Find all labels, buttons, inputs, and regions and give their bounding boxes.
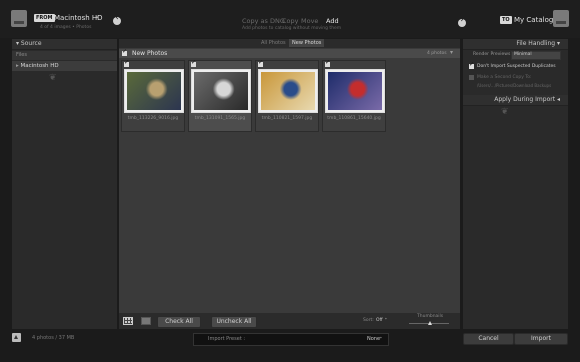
import-preset-label: Import Preset :: [208, 336, 246, 342]
thumbnail-grid: tmb_113226_9016.jpg tmb_131091_1565.jpg tm…: [119, 59, 460, 140]
panel-end-ornament-icon: ❦: [49, 73, 57, 83]
mode-copy[interactable]: Copy: [282, 17, 299, 25]
drive-item-macintosh-hd[interactable]: ▸ Macintosh HD: [12, 61, 117, 71]
source-panel-title: Source: [20, 40, 42, 47]
source-subtitle: 4 of 4 images • Photos: [40, 25, 92, 30]
photo-thumbnail[interactable]: tmb_110861_15640.jpg: [322, 59, 386, 132]
photo-filename: tmb_131091_1565.jpg: [194, 116, 246, 121]
photo-thumbnail[interactable]: tmb_113226_9016.jpg: [121, 59, 185, 132]
drive-label: Macintosh HD: [20, 63, 59, 69]
photo-checkbox[interactable]: [325, 59, 330, 67]
sort-dropdown-icon: ⬩: [385, 316, 387, 322]
import-footer: 4 photos / 37 MB Import Preset : None ⬩ …: [0, 330, 580, 362]
file-handling-title: File Handling: [516, 40, 556, 47]
mode-copy-as-dng[interactable]: Copy as DNG: [242, 17, 285, 25]
group-collapse-icon[interactable]: ▾: [450, 49, 453, 56]
photo-image[interactable]: [258, 69, 318, 113]
photo-image[interactable]: [191, 69, 251, 113]
photo-checkbox[interactable]: [191, 59, 196, 67]
grid-toolbar: Check All Uncheck All Sort: Off ⬩ Thumbn…: [119, 313, 460, 329]
collapse-destination-icon[interactable]: [458, 15, 466, 27]
file-handling-header[interactable]: File Handling ▾: [463, 39, 568, 50]
render-previews-value: Minimal: [514, 52, 532, 57]
source-dropdown-icon[interactable]: ⬩: [96, 14, 98, 22]
apply-during-import-header[interactable]: Apply During Import ◂: [463, 95, 568, 106]
photo-thumbnail[interactable]: tmb_131091_1565.jpg: [188, 59, 252, 132]
photo-thumbnail[interactable]: tmb_110821_1597.jpg: [255, 59, 319, 132]
files-row[interactable]: Files: [12, 51, 117, 60]
second-copy-checkbox[interactable]: [469, 75, 474, 80]
sort-dropdown[interactable]: Off: [376, 318, 383, 323]
import-preset-bar[interactable]: Import Preset : None ⬩: [193, 333, 389, 346]
grid-view-icon[interactable]: [123, 317, 133, 325]
sort-label: Sort:: [363, 318, 374, 323]
apply-during-import-title: Apply During Import: [494, 96, 556, 103]
group-count: 4 photos: [427, 51, 447, 56]
group-checkbox[interactable]: [122, 48, 127, 56]
panel-end-ornament-icon: ❦: [501, 107, 509, 117]
second-copy-label: Make a Second Copy To:: [477, 75, 532, 80]
source-panel-header[interactable]: ▾ Source: [12, 39, 117, 50]
cancel-button[interactable]: Cancel: [463, 333, 514, 345]
source-panel: ▾ Source Files ▸ Macintosh HD ❦: [12, 39, 117, 329]
source-drive-icon[interactable]: [11, 10, 27, 27]
photo-filename: tmb_110821_1597.jpg: [261, 116, 313, 121]
to-tag: TO: [500, 16, 512, 24]
group-header: New Photos 4 photos ▾: [119, 48, 460, 58]
loupe-view-icon[interactable]: [141, 317, 151, 325]
uncheck-all-button[interactable]: Uncheck All: [211, 316, 257, 328]
photo-filename: tmb_113226_9016.jpg: [127, 116, 179, 121]
filter-bar: All Photos New Photos: [119, 39, 460, 48]
dont-import-duplicates-checkbox[interactable]: [469, 61, 474, 69]
destination-name[interactable]: My Catalog: [514, 16, 553, 24]
import-button[interactable]: Import: [514, 333, 568, 345]
collapse-triangle-icon: ▾: [556, 40, 560, 47]
preset-dropdown-icon: ⬩: [380, 335, 382, 341]
render-previews-label: Render Previews: [473, 52, 511, 57]
expand-dialog-icon[interactable]: [12, 333, 21, 342]
slider-thumb-icon[interactable]: [428, 321, 432, 325]
file-handling-panel: File Handling ▾ Render Previews Minimal …: [463, 39, 568, 329]
mode-description: Add photos to catalog without moving the…: [242, 26, 342, 31]
import-top-bar: FROM Macintosh HD ⬩ 4 of 4 images • Phot…: [0, 0, 580, 38]
import-preset-value: None: [367, 336, 381, 342]
render-previews-select[interactable]: Minimal: [511, 51, 561, 60]
collapse-source-icon[interactable]: [113, 13, 121, 25]
expand-triangle-icon: ◂: [556, 96, 560, 103]
second-copy-path: /Users/.../Pictures/Download Backups: [477, 83, 552, 88]
mode-move[interactable]: Move: [301, 17, 318, 25]
photo-filename: tmb_110861_15640.jpg: [327, 116, 381, 121]
import-status: 4 photos / 37 MB: [32, 335, 75, 341]
destination-drive-icon[interactable]: [553, 10, 569, 27]
group-title: New Photos: [132, 50, 168, 57]
from-tag: FROM: [34, 14, 55, 22]
photo-checkbox[interactable]: [124, 59, 129, 67]
filter-tab-all-photos[interactable]: All Photos: [261, 40, 286, 46]
photo-image[interactable]: [124, 69, 184, 113]
photo-grid-area: All Photos New Photos New Photos 4 photo…: [119, 39, 460, 329]
photo-image[interactable]: [325, 69, 385, 113]
dont-import-duplicates-label: Don't Import Suspected Duplicates: [477, 64, 556, 69]
thumbnails-label: Thumbnails: [417, 314, 444, 319]
check-all-button[interactable]: Check All: [157, 316, 201, 328]
mode-add[interactable]: Add: [326, 17, 339, 25]
filter-tab-new-photos[interactable]: New Photos: [289, 39, 325, 47]
photo-checkbox[interactable]: [258, 59, 263, 67]
